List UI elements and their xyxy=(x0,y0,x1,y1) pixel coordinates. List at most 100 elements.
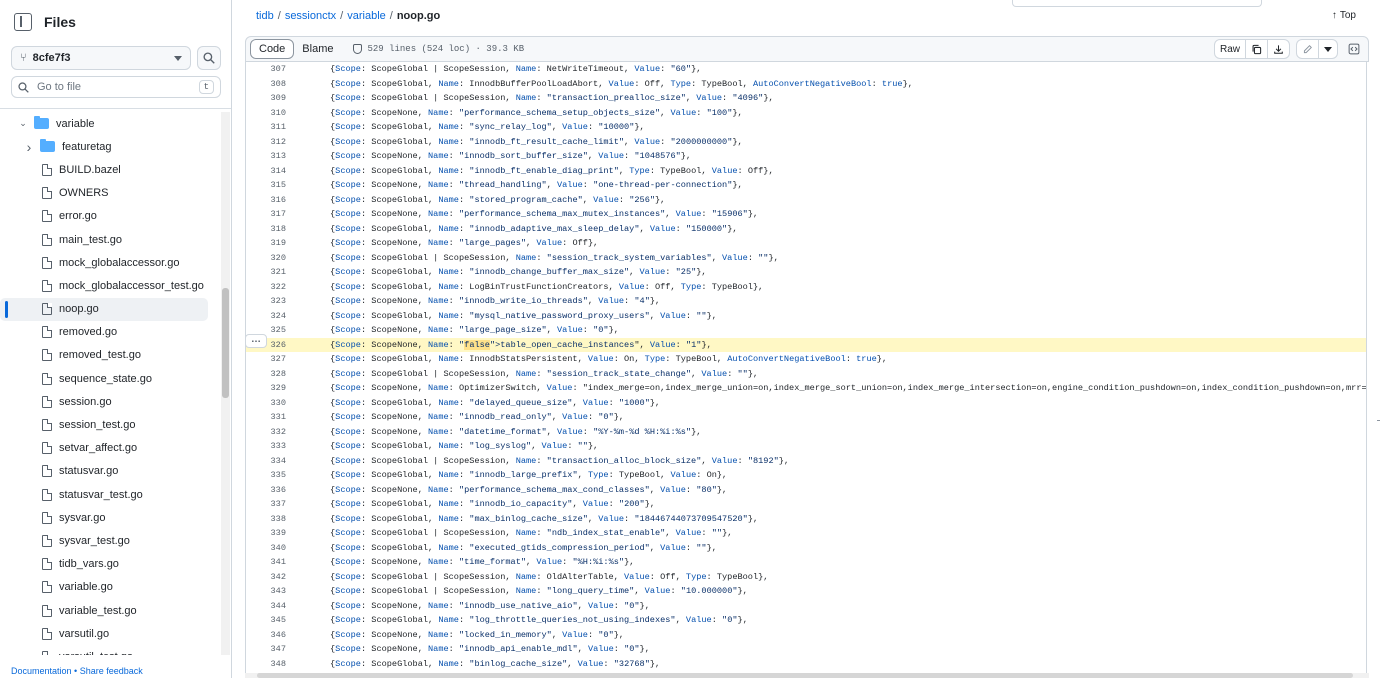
tree-file-varsutil-go[interactable]: varsutil.go xyxy=(0,622,220,645)
line-options-button[interactable]: … xyxy=(245,334,267,348)
line-number[interactable]: 318 xyxy=(246,224,286,234)
line-number[interactable]: 345 xyxy=(246,615,286,625)
line-number[interactable]: 327 xyxy=(246,354,286,364)
tree-file-setvar_affect-go[interactable]: setvar_affect.go xyxy=(0,437,220,460)
go-to-file-field[interactable]: t xyxy=(11,76,221,98)
tree-file-session_test-go[interactable]: session_test.go xyxy=(0,413,220,436)
search-files-button[interactable] xyxy=(197,46,221,70)
line-number[interactable]: 344 xyxy=(246,601,286,611)
tree-file-mock_globalaccessor-go[interactable]: mock_globalaccessor.go xyxy=(0,251,220,274)
code-text: {Scope: ScopeNone, Name: "innodb_api_ena… xyxy=(330,644,650,655)
line-number[interactable]: 312 xyxy=(246,137,286,147)
line-number[interactable]: 346 xyxy=(246,630,286,640)
tree-file-BUILD-bazel[interactable]: BUILD.bazel xyxy=(0,158,220,181)
tree-file-mock_globalaccessor_test-go[interactable]: mock_globalaccessor_test.go xyxy=(0,274,220,297)
line-number[interactable]: 341 xyxy=(246,557,286,567)
chevron-down-icon[interactable]: ⌄ xyxy=(16,118,30,129)
branch-selector-button[interactable]: ⑂ 8cfe7f3 xyxy=(11,46,191,70)
line-number[interactable]: 317 xyxy=(246,209,286,219)
tree-folder-featuretag[interactable]: › featuretag xyxy=(0,135,220,158)
line-number[interactable]: 328 xyxy=(246,369,286,379)
line-number[interactable]: 307 xyxy=(246,64,286,74)
back-to-top-button[interactable]: ↑ Top xyxy=(1332,10,1356,21)
line-number[interactable]: 340 xyxy=(246,543,286,553)
shield-icon xyxy=(353,44,363,54)
line-number[interactable]: 316 xyxy=(246,195,286,205)
line-number[interactable]: 343 xyxy=(246,586,286,596)
line-number[interactable]: 311 xyxy=(246,122,286,132)
line-number[interactable]: 337 xyxy=(246,499,286,509)
tree-file-sysvar_test-go[interactable]: sysvar_test.go xyxy=(0,529,220,552)
tree-file-removed_test-go[interactable]: removed_test.go xyxy=(0,344,220,367)
line-number[interactable]: 333 xyxy=(246,441,286,451)
search-match: false xyxy=(464,339,490,350)
line-number[interactable]: 339 xyxy=(246,528,286,538)
code-line: 313 {Scope: ScopeNone, Name: "innodb_sort… xyxy=(246,149,1366,164)
raw-button[interactable]: Raw xyxy=(1215,40,1246,58)
sidebar-collapse-icon[interactable] xyxy=(14,13,32,31)
line-number[interactable]: 320 xyxy=(246,253,286,263)
line-number[interactable]: 330 xyxy=(246,398,286,408)
line-number[interactable]: 342 xyxy=(246,572,286,582)
line-number[interactable]: 335 xyxy=(246,470,286,480)
edit-options-button[interactable] xyxy=(1319,40,1337,58)
edit-file-button[interactable] xyxy=(1297,40,1319,58)
code-line: 341 {Scope: ScopeNone, Name: "time_format… xyxy=(246,555,1366,570)
line-number[interactable]: 336 xyxy=(246,485,286,495)
line-number[interactable]: 323 xyxy=(246,296,286,306)
documentation-link[interactable]: Documentation xyxy=(11,666,72,676)
tree-file-statusvar_test-go[interactable]: statusvar_test.go xyxy=(0,483,220,506)
line-number[interactable]: 329 xyxy=(246,383,286,393)
search-icon xyxy=(18,81,29,93)
line-number[interactable]: 348 xyxy=(246,659,286,669)
line-number[interactable]: 338 xyxy=(246,514,286,524)
breadcrumb-variable[interactable]: variable xyxy=(347,10,386,22)
tab-blame[interactable]: Blame xyxy=(294,39,341,59)
tree-file-sysvar-go[interactable]: sysvar.go xyxy=(0,506,220,529)
tree-file-noop-go[interactable]: noop.go xyxy=(0,297,208,321)
code-line: 315 {Scope: ScopeNone, Name: "thread_hand… xyxy=(246,178,1366,193)
tree-file-tidb_vars-go[interactable]: tidb_vars.go xyxy=(0,553,220,576)
copy-raw-button[interactable] xyxy=(1246,40,1268,58)
line-number[interactable]: 321 xyxy=(246,267,286,277)
breadcrumb-tidb[interactable]: tidb xyxy=(256,10,274,22)
tab-code[interactable]: Code xyxy=(250,39,295,59)
sidebar-scrollbar[interactable] xyxy=(221,112,230,655)
tree-file-variable_test-go[interactable]: variable_test.go xyxy=(0,599,220,622)
sidebar-controls: ⑂ 8cfe7f3 xyxy=(11,46,221,70)
line-number[interactable]: 332 xyxy=(246,427,286,437)
sidebar-scrollbar-thumb[interactable] xyxy=(222,288,229,398)
line-number[interactable]: 309 xyxy=(246,93,286,103)
download-button[interactable] xyxy=(1268,40,1289,58)
line-number[interactable]: 308 xyxy=(246,79,286,89)
tree-file-session-go[interactable]: session.go xyxy=(0,390,220,413)
code-view[interactable]: 307 {Scope: ScopeGlobal | ScopeSession, N… xyxy=(245,62,1367,678)
tree-file-sequence_state-go[interactable]: sequence_state.go xyxy=(0,367,220,390)
tree-file-statusvar-go[interactable]: statusvar.go xyxy=(0,460,220,483)
line-number[interactable]: 322 xyxy=(246,282,286,292)
tree-file-varsutil_test-go[interactable]: varsutil_test.go xyxy=(0,645,220,655)
line-number[interactable]: 347 xyxy=(246,644,286,654)
tree-file-variable-go[interactable]: variable.go xyxy=(0,576,220,599)
share-feedback-link[interactable]: Share feedback xyxy=(80,666,143,676)
line-number[interactable]: 324 xyxy=(246,311,286,321)
line-number[interactable]: 319 xyxy=(246,238,286,248)
code-line: 342 {Scope: ScopeGlobal | ScopeSession, N… xyxy=(246,570,1366,585)
breadcrumb-sessionctx[interactable]: sessionctx xyxy=(285,10,336,22)
chevron-right-icon[interactable]: › xyxy=(22,139,36,155)
go-to-file-input[interactable] xyxy=(37,81,187,93)
line-number[interactable]: 331 xyxy=(246,412,286,422)
line-number[interactable]: 310 xyxy=(246,108,286,118)
line-number[interactable]: 334 xyxy=(246,456,286,466)
tree-folder-variable[interactable]: ⌄ variable xyxy=(0,112,220,135)
code-horizontal-scrollbar-thumb[interactable] xyxy=(257,673,1353,678)
symbols-panel-button[interactable] xyxy=(1344,39,1364,59)
tree-file-main_test-go[interactable]: main_test.go xyxy=(0,228,220,251)
tree-file-error-go[interactable]: error.go xyxy=(0,205,220,228)
line-number[interactable]: 314 xyxy=(246,166,286,176)
tree-file-removed-go[interactable]: removed.go xyxy=(0,321,220,344)
line-number[interactable]: 313 xyxy=(246,151,286,161)
tree-file-OWNERS[interactable]: OWNERS xyxy=(0,182,220,205)
line-number[interactable]: 315 xyxy=(246,180,286,190)
code-horizontal-scrollbar[interactable] xyxy=(245,673,1369,678)
